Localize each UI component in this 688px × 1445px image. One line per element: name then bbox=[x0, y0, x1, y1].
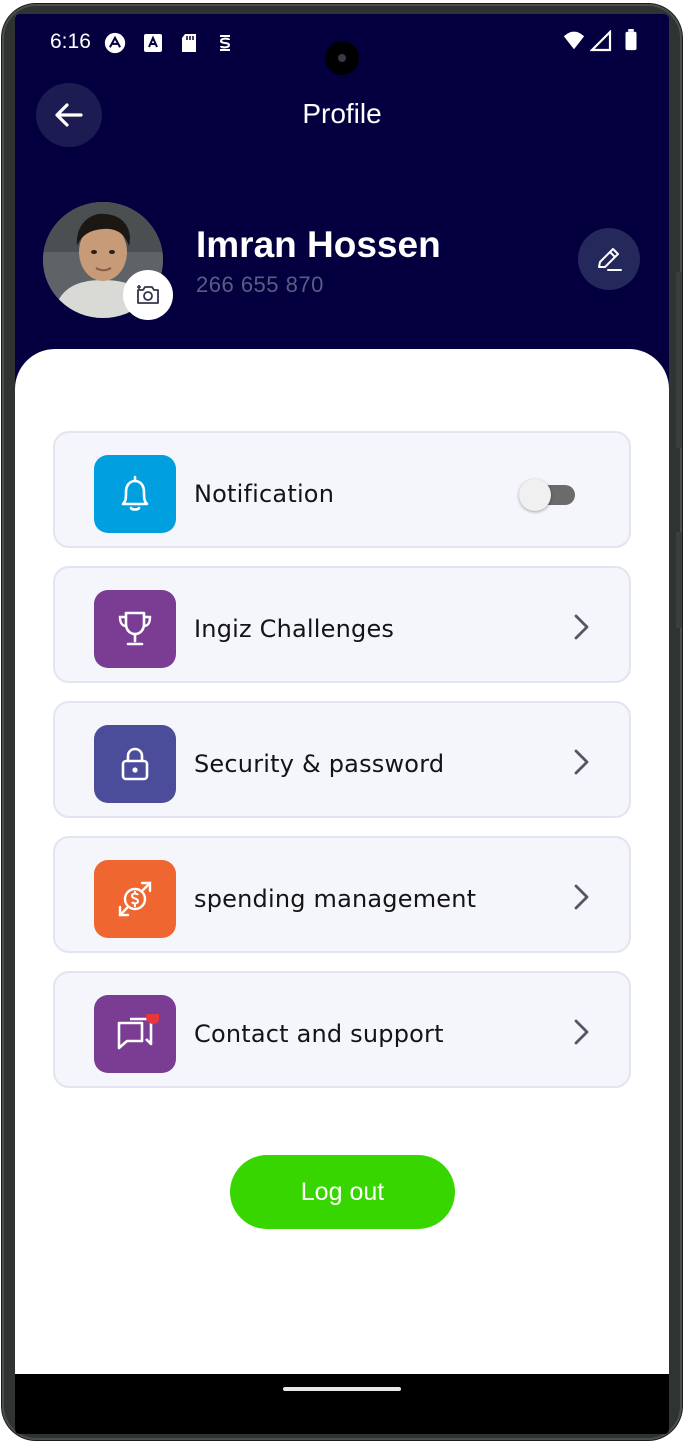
menu-icon-bg bbox=[94, 455, 176, 533]
home-indicator[interactable] bbox=[283, 1387, 401, 1391]
menu-item-security[interactable]: Security & password bbox=[53, 701, 631, 818]
edit-profile-button[interactable] bbox=[578, 228, 640, 290]
menu-item-contact[interactable]: Contact and support bbox=[53, 971, 631, 1088]
menu-item-challenges[interactable]: Ingiz Challenges bbox=[53, 566, 631, 683]
status-time: 6:16 bbox=[50, 30, 91, 53]
pencil-icon bbox=[598, 248, 622, 271]
sync-s-icon bbox=[219, 35, 231, 51]
toggle-knob bbox=[519, 479, 551, 511]
text-a-icon bbox=[144, 34, 162, 52]
notification-dot bbox=[146, 1014, 159, 1024]
front-camera bbox=[325, 41, 359, 75]
power-button bbox=[676, 532, 682, 628]
sd-card-icon bbox=[182, 34, 196, 52]
trophy-icon bbox=[118, 611, 152, 646]
menu-item-label: Notification bbox=[194, 480, 335, 508]
menu-item-spending[interactable]: spending management bbox=[53, 836, 631, 953]
app-a-icon bbox=[104, 32, 126, 54]
currency-exchange-icon bbox=[118, 881, 152, 917]
bell-icon bbox=[121, 475, 149, 511]
screen: 6:16 Profile Imran Hossen 266 655 870 No… bbox=[15, 14, 669, 1434]
volume-button bbox=[676, 272, 682, 448]
chevron-right-icon bbox=[574, 1019, 589, 1045]
profile-header: 6:16 Profile Imran Hossen 266 655 870 bbox=[15, 14, 669, 394]
user-name: Imran Hossen bbox=[196, 224, 441, 265]
menu-item-label: Security & password bbox=[194, 750, 445, 778]
chat-icon bbox=[117, 1014, 159, 1050]
lock-icon bbox=[121, 747, 149, 781]
chevron-right-icon bbox=[574, 749, 589, 775]
menu-icon-bg bbox=[94, 995, 176, 1073]
change-photo-button[interactable] bbox=[123, 270, 173, 320]
notification-toggle[interactable] bbox=[519, 479, 577, 511]
chevron-right-icon bbox=[574, 884, 589, 910]
menu-icon-bg bbox=[94, 725, 176, 803]
menu-item-label: Contact and support bbox=[194, 1020, 444, 1048]
phone-frame: 6:16 Profile Imran Hossen 266 655 870 No… bbox=[2, 4, 682, 1440]
user-phone: 266 655 870 bbox=[196, 272, 324, 297]
signal-icon bbox=[590, 30, 612, 52]
menu-item-notification[interactable]: Notification bbox=[53, 431, 631, 548]
menu-icon-bg bbox=[94, 590, 176, 668]
wifi-icon bbox=[563, 31, 585, 50]
system-nav-bar bbox=[15, 1374, 669, 1434]
menu-item-label: spending management bbox=[194, 885, 477, 913]
battery-icon bbox=[625, 29, 637, 51]
menu-icon-bg bbox=[94, 860, 176, 938]
camera-add-icon bbox=[137, 285, 159, 304]
logout-button[interactable]: Log out bbox=[230, 1155, 455, 1229]
chevron-right-icon bbox=[574, 614, 589, 640]
menu-item-label: Ingiz Challenges bbox=[194, 615, 395, 643]
page-title: Profile bbox=[302, 98, 382, 129]
